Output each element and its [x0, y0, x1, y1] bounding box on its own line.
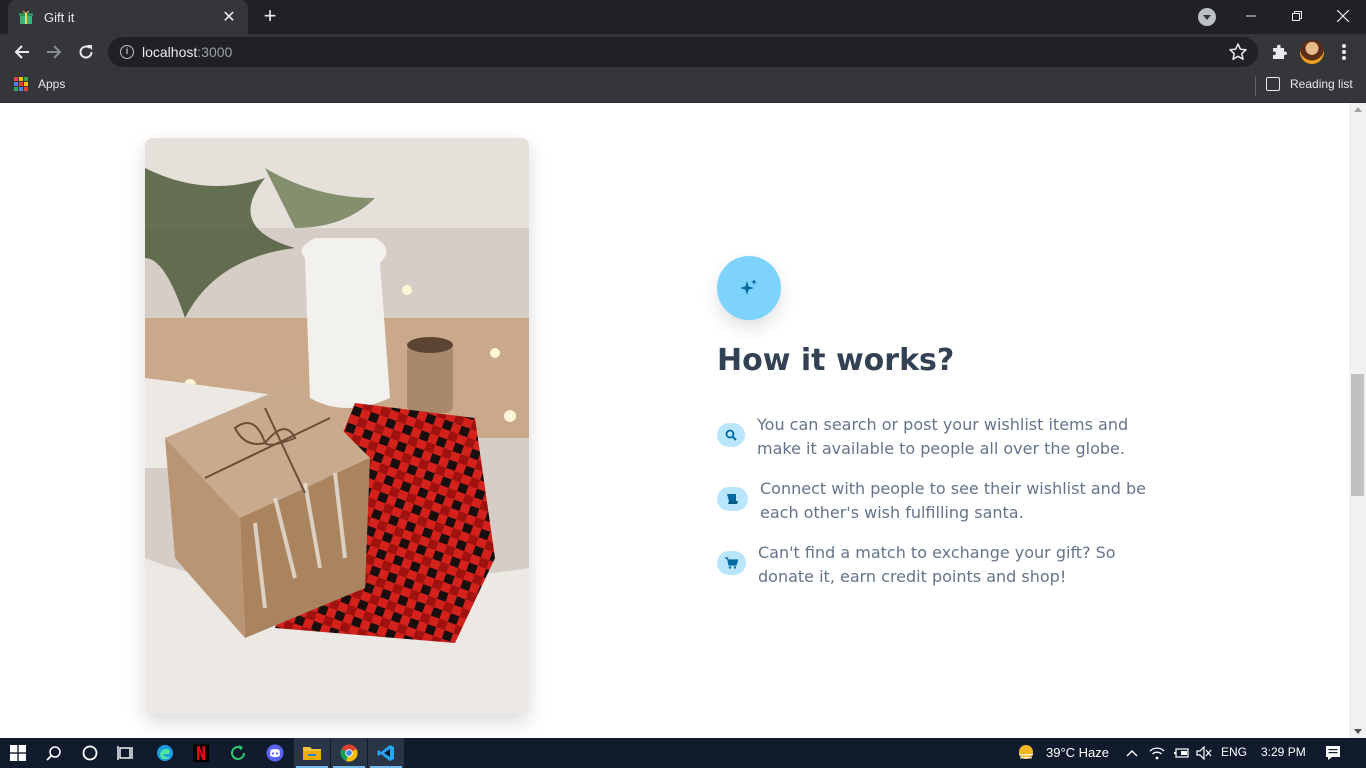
step-text: Connect with people to see their wishlis… — [760, 479, 1146, 522]
url-port: :3000 — [197, 44, 233, 60]
list-item: You can search or post your wishlist ite… — [717, 413, 1157, 461]
tab-strip: Gift it ✕ + — [0, 0, 1366, 34]
file-explorer-icon[interactable] — [294, 738, 330, 768]
search-icon[interactable] — [36, 738, 72, 768]
input-language[interactable]: ENG — [1221, 745, 1247, 759]
reading-list-button[interactable]: Reading list — [1266, 77, 1353, 91]
scroll-thumb[interactable] — [1351, 374, 1364, 496]
wifi-icon[interactable] — [1146, 738, 1168, 768]
reading-list-label: Reading list — [1290, 77, 1353, 91]
gift-photo-illustration — [145, 138, 529, 714]
forward-arrow-icon[interactable] — [42, 40, 66, 64]
minimize-icon[interactable] — [1228, 0, 1274, 32]
volume-muted-icon[interactable] — [1193, 738, 1215, 768]
new-tab-button[interactable]: + — [258, 5, 282, 29]
list-item: Connect with people to see their wishlis… — [717, 477, 1157, 525]
sparkles-icon — [740, 279, 757, 295]
weather-haze-icon[interactable] — [1012, 738, 1040, 768]
windows-start-icon[interactable] — [0, 738, 36, 768]
browser-menu-icon[interactable] — [1336, 42, 1352, 62]
notifications-icon[interactable] — [1320, 738, 1346, 768]
restore-icon[interactable] — [1274, 0, 1320, 32]
gift-icon — [19, 10, 33, 24]
bookmark-star-icon[interactable] — [1228, 42, 1248, 62]
task-view-icon[interactable] — [108, 738, 144, 768]
chrome-icon[interactable] — [331, 738, 367, 768]
netflix-icon[interactable] — [183, 738, 219, 768]
reload-icon[interactable] — [74, 40, 98, 64]
step-text: You can search or post your wishlist ite… — [757, 415, 1129, 458]
tab-search-icon[interactable] — [1198, 8, 1216, 26]
reading-list-icon — [1266, 77, 1280, 91]
section-heading: How it works? — [717, 343, 955, 378]
show-hidden-icons-chevron-icon[interactable] — [1120, 738, 1144, 768]
apps-label: Apps — [38, 77, 66, 91]
scroll-up-arrow-icon[interactable] — [1354, 107, 1362, 112]
bookmarks-divider — [1255, 76, 1256, 96]
url-host: localhost — [142, 44, 198, 60]
refresh-app-icon[interactable] — [220, 738, 256, 768]
back-arrow-icon[interactable] — [10, 40, 34, 64]
apps-grid-icon — [14, 77, 28, 91]
step-text: Can't find a match to exchange your gift… — [758, 543, 1116, 586]
browser-tab[interactable]: Gift it ✕ — [8, 0, 248, 34]
windows-taskbar: 39°C Haze ENG 3:29 PM — [0, 738, 1366, 768]
close-window-icon[interactable] — [1320, 0, 1366, 32]
apps-shortcut[interactable]: Apps — [14, 77, 65, 91]
browser-toolbar: i localhost:3000 — [0, 34, 1366, 70]
how-it-works-list: You can search or post your wishlist ite… — [717, 413, 1157, 605]
list-item: Can't find a match to exchange your gift… — [717, 541, 1157, 589]
battery-icon[interactable] — [1170, 738, 1192, 768]
bookmarks-bar: Apps Reading list — [0, 70, 1366, 103]
scroll-down-arrow-icon[interactable] — [1354, 729, 1362, 734]
scroll-icon — [717, 487, 748, 511]
weather-text[interactable]: 39°C Haze — [1046, 745, 1109, 760]
edge-icon[interactable] — [147, 738, 183, 768]
shopping-cart-icon — [717, 551, 746, 575]
site-info-icon[interactable]: i — [120, 45, 134, 59]
feature-badge — [717, 256, 781, 320]
page-scrollbar[interactable] — [1349, 103, 1366, 738]
close-tab-icon[interactable]: ✕ — [220, 7, 238, 27]
extensions-puzzle-icon[interactable] — [1270, 43, 1288, 61]
vscode-icon[interactable] — [368, 738, 404, 768]
page-viewport: How it works? You can search or post you… — [0, 103, 1366, 738]
cortana-icon[interactable] — [72, 738, 108, 768]
search-icon — [717, 423, 745, 447]
discord-icon[interactable] — [257, 738, 293, 768]
tab-title: Gift it — [44, 9, 75, 25]
profile-avatar[interactable] — [1300, 40, 1324, 64]
system-clock[interactable]: 3:29 PM — [1261, 745, 1306, 759]
address-bar[interactable]: i localhost:3000 — [108, 37, 1258, 67]
gift-photo — [145, 138, 529, 714]
